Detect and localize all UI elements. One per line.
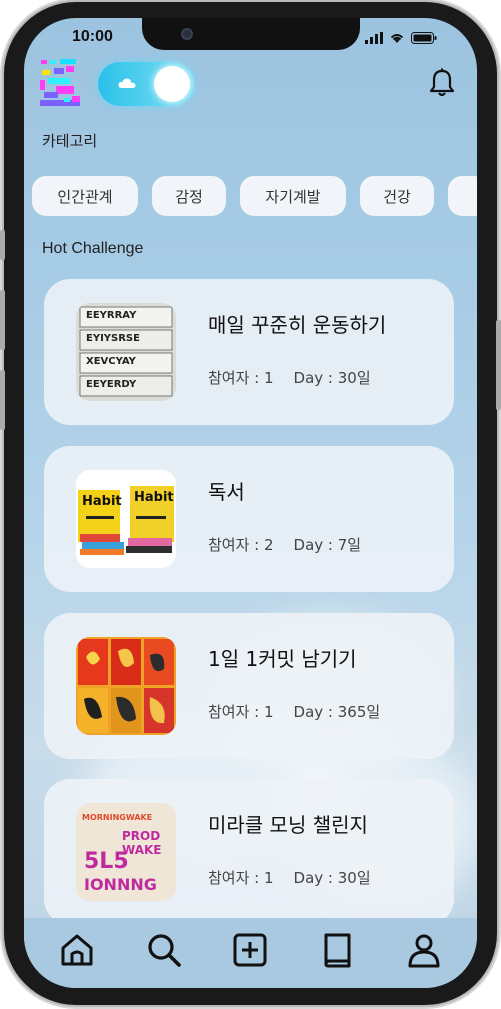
add-icon [233, 933, 267, 967]
status-icons [365, 32, 437, 44]
phone-side-button [0, 230, 5, 260]
thumb-line: EEYERDY [86, 379, 137, 390]
participants-count: 참여자 : 1 [208, 369, 274, 387]
search-icon [148, 934, 181, 967]
cloud-icon [118, 78, 136, 88]
books-image-icon [76, 470, 176, 568]
status-time: 10:00 [72, 28, 113, 45]
category-chip-emotion[interactable]: 감정 [152, 176, 226, 216]
category-section-title: 카테고리 [42, 132, 98, 150]
challenge-title: 매일 꾸준히 운동하기 [208, 313, 387, 337]
nav-home[interactable] [55, 928, 99, 972]
challenge-thumbnail: EEYRRAY EYIYSRSE XEVCYAY EEYERDY [76, 303, 176, 401]
thumb-line: EYIYSRSE [86, 333, 140, 344]
participants-count: 참여자 : 1 [208, 869, 274, 887]
camera-icon [181, 28, 193, 40]
challenge-meta: 참여자 : 1 Day : 365일 [208, 701, 380, 722]
art-image-icon [76, 637, 176, 735]
challenge-thumbnail: MORNINGWAKE PROD WAKE 5L5 IONNNG [76, 803, 176, 901]
thumb-line: MORNINGWAKE [82, 813, 153, 822]
challenge-days: Day : 30일 [293, 369, 371, 387]
challenge-thumbnail [76, 637, 176, 735]
category-chip-relationships[interactable]: 인간관계 [32, 176, 138, 216]
phone-volume-down [0, 370, 5, 430]
toggle-knob[interactable] [154, 66, 190, 102]
theme-toggle[interactable] [98, 62, 194, 106]
challenge-days: Day : 7일 [293, 536, 362, 554]
category-chip-row: 인간관계 감정 자기계발 건강 [32, 176, 477, 216]
challenge-meta: 참여자 : 1 Day : 30일 [208, 367, 371, 388]
notch [142, 18, 360, 50]
thumb-line: XEVCYAY [86, 356, 136, 367]
challenge-card[interactable]: Habit Habit 독서 참여자 : 2 Day : 7일 [44, 446, 454, 592]
challenge-title: 1일 1커밋 남기기 [208, 647, 357, 671]
challenge-title: 독서 [208, 480, 245, 504]
thumb-line: 5L5 [84, 849, 129, 874]
book-icon [324, 933, 351, 968]
thumb-line: Habit [134, 490, 174, 505]
challenge-meta: 참여자 : 2 Day : 7일 [208, 534, 361, 555]
challenge-days: Day : 365일 [293, 703, 381, 721]
challenge-meta: 참여자 : 1 Day : 30일 [208, 867, 371, 888]
category-chip-more[interactable] [448, 176, 477, 216]
challenge-days: Day : 30일 [293, 869, 371, 887]
thumb-line: PROD [122, 829, 161, 843]
profile-icon [408, 934, 440, 968]
challenge-card[interactable]: EEYRRAY EYIYSRSE XEVCYAY EEYERDY 매일 꾸준히 … [44, 279, 454, 425]
app-screen: 10:00 카테고리 인간관계 감정 자기계발 건강 Hot Challenge… [24, 18, 477, 988]
wifi-icon [390, 34, 404, 43]
challenge-card[interactable]: 1일 1커밋 남기기 참여자 : 1 Day : 365일 [44, 613, 454, 759]
signal-icon [365, 32, 383, 44]
app-logo-icon[interactable] [38, 56, 86, 112]
thumb-line: IONNNG [84, 875, 157, 894]
challenge-title: 미라클 모닝 챌린지 [208, 813, 368, 837]
bottom-navigation [24, 918, 477, 988]
challenge-thumbnail: Habit Habit [76, 470, 176, 568]
participants-count: 참여자 : 2 [208, 536, 274, 554]
battery-icon [411, 32, 437, 44]
hot-challenge-title: Hot Challenge [42, 240, 144, 257]
challenge-card[interactable]: MORNINGWAKE PROD WAKE 5L5 IONNNG 미라클 모닝 … [44, 779, 454, 925]
bell-icon[interactable] [429, 68, 455, 98]
thumb-line: Habit [82, 494, 122, 509]
category-chip-self-development[interactable]: 자기계발 [240, 176, 346, 216]
nav-profile[interactable] [402, 928, 446, 972]
category-chip-health[interactable]: 건강 [360, 176, 434, 216]
participants-count: 참여자 : 1 [208, 703, 274, 721]
phone-power-button [496, 320, 501, 410]
thumb-line: EEYRRAY [86, 310, 137, 321]
nav-add[interactable] [228, 928, 272, 972]
nav-search[interactable] [142, 928, 186, 972]
home-icon [61, 934, 93, 966]
phone-volume-up [0, 290, 5, 350]
nav-book[interactable] [315, 928, 359, 972]
